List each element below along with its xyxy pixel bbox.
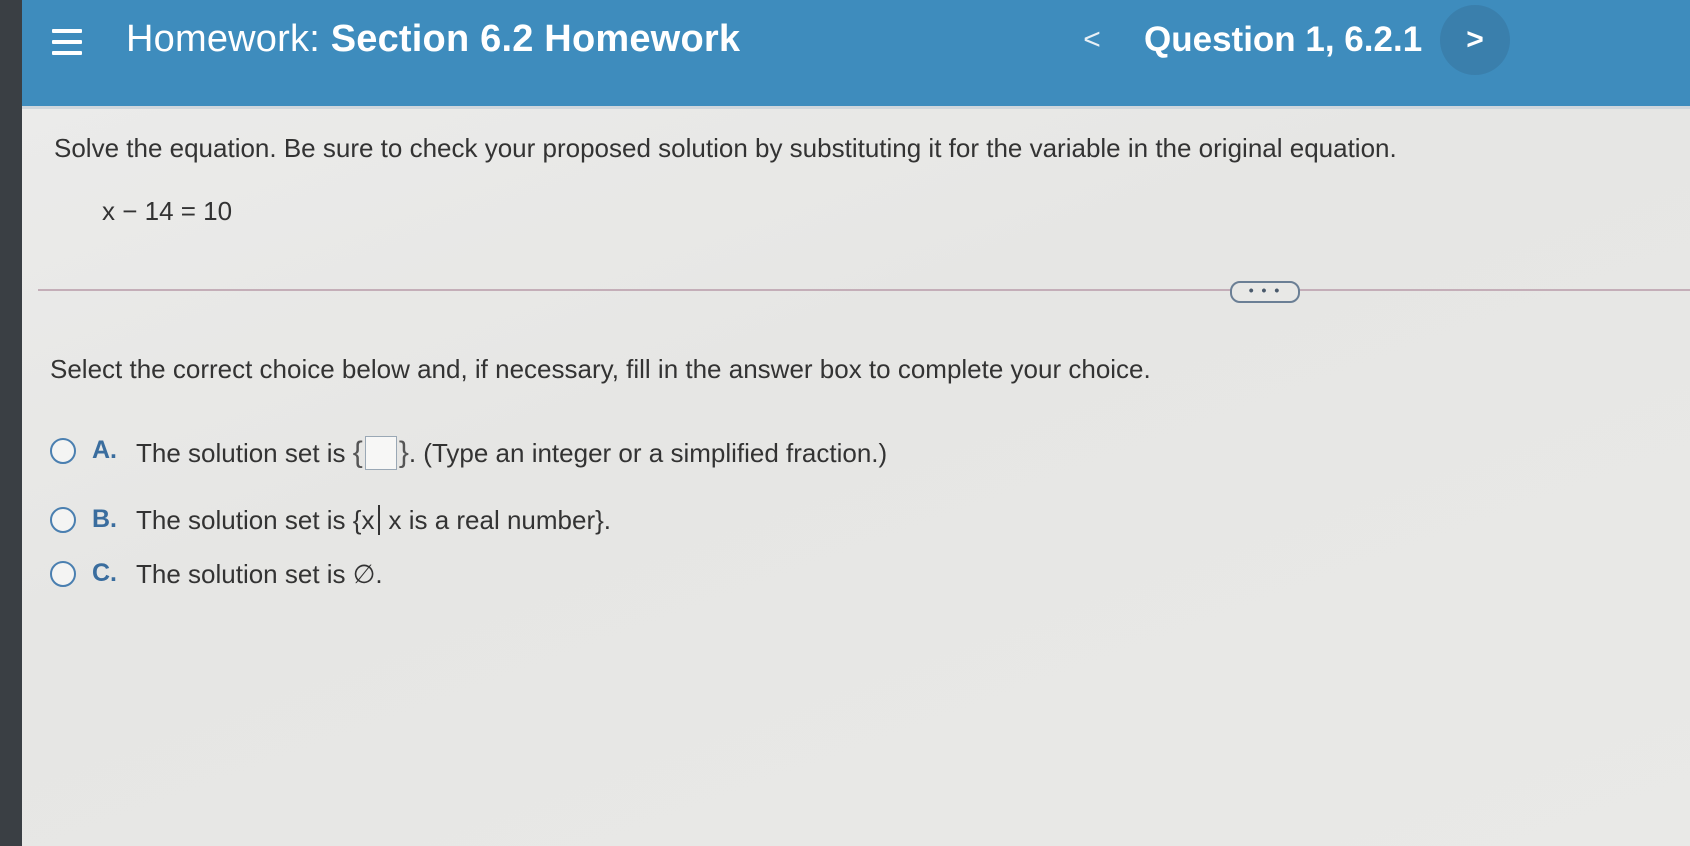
expand-more-button[interactable]: • • • — [1230, 281, 1300, 303]
choice-a-text-before: The solution set is — [136, 438, 346, 468]
previous-question-button[interactable]: < — [1072, 20, 1112, 60]
open-brace: { — [352, 436, 363, 469]
choice-a-text: The solution set is {}. (Type an integer… — [136, 436, 887, 470]
choice-a-letter: A. — [92, 436, 117, 464]
section-divider — [38, 289, 1690, 291]
assignment-title: Homework: Section 6.2 Homework — [126, 18, 740, 61]
choice-b-radio[interactable] — [50, 507, 76, 533]
assignment-name: Section 6.2 Homework — [330, 18, 741, 60]
choice-b-text-before: The solution set is {x — [136, 505, 375, 535]
choice-b-letter: B. — [92, 505, 117, 533]
header-bar: Homework: Section 6.2 Homework < Questio… — [22, 0, 1690, 109]
screen: Homework: Section 6.2 Homework < Questio… — [22, 0, 1690, 846]
answer-input-box[interactable] — [364, 436, 397, 470]
question-label: Question 1, 6.2.1 — [1144, 20, 1423, 59]
equation: x − 14 = 10 — [102, 196, 233, 226]
choice-b-text-after: x is a real number}. — [388, 505, 612, 535]
problem-instructions: Solve the equation. Be sure to check you… — [54, 133, 1397, 163]
choice-c-radio[interactable] — [50, 561, 76, 587]
such-that-bar — [378, 505, 381, 535]
title-prefix: Homework: — [126, 18, 320, 60]
hamburger-menu-icon[interactable] — [52, 25, 86, 59]
choice-a-radio[interactable] — [50, 438, 76, 464]
choice-b-text: The solution set is {x x is a real number… — [136, 505, 611, 536]
select-choice-instructions: Select the correct choice below and, if … — [50, 354, 1151, 384]
next-question-button[interactable]: > — [1440, 5, 1510, 75]
close-brace: } — [398, 436, 409, 469]
choice-c-letter: C. — [92, 559, 117, 587]
choice-a-text-after: . (Type an integer or a simplified fract… — [408, 438, 888, 468]
choice-c-text: The solution set is ∅. — [136, 559, 383, 589]
